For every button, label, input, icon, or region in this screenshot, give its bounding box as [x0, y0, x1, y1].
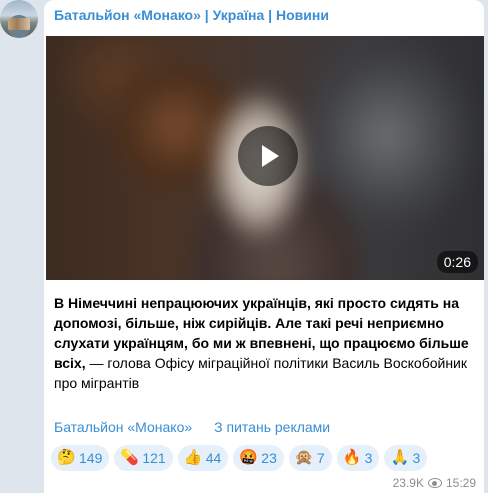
reaction-thinking[interactable]: 🤔 149: [51, 445, 110, 471]
video-duration: 0:26: [436, 251, 478, 273]
fire-icon: 🔥: [342, 449, 362, 466]
channel-link[interactable]: Батальйон «Монако»: [54, 419, 192, 435]
play-button[interactable]: [238, 126, 298, 186]
video-player[interactable]: 0:26: [46, 36, 484, 280]
reaction-count: 3: [364, 450, 373, 466]
reaction-monkey[interactable]: 🙊 7: [288, 445, 332, 471]
reaction-thumbs-up[interactable]: 👍 44: [177, 445, 229, 471]
thumbs-up-icon: 👍: [183, 449, 203, 466]
reaction-count: 23: [261, 450, 277, 466]
reaction-fire[interactable]: 🔥 3: [336, 445, 380, 471]
folded-hands-icon: 🙏: [390, 449, 410, 466]
pill-icon: 💊: [120, 449, 140, 466]
play-icon: [262, 145, 279, 167]
message-text: В Німеччині непрацюючих українців, які п…: [54, 293, 474, 393]
reaction-pray[interactable]: 🙏 3: [384, 445, 428, 471]
ads-link[interactable]: З питань реклами: [214, 419, 330, 435]
message-meta: 23.9K 15:29: [393, 476, 476, 490]
message-text-regular: — голова Офісу міграційної політики Васи…: [54, 355, 467, 391]
message-time: 15:29: [445, 476, 476, 490]
reaction-count: 44: [205, 450, 222, 466]
view-count: 23.9K: [392, 476, 424, 490]
channel-avatar[interactable]: [0, 0, 38, 38]
eye-icon: [427, 478, 442, 488]
reaction-count: 7: [316, 450, 325, 466]
reaction-pill[interactable]: 💊 121: [114, 445, 173, 471]
reaction-count: 121: [142, 450, 166, 466]
message-links: Батальйон «Монако» З питань реклами: [54, 419, 352, 435]
reaction-count: 149: [79, 450, 103, 466]
reaction-cursing[interactable]: 🤬 23: [233, 445, 284, 471]
speak-no-evil-monkey-icon: 🙊: [294, 449, 314, 466]
avatar-image: [8, 18, 30, 30]
thinking-face-icon: 🤔: [57, 449, 76, 466]
reaction-count: 3: [412, 450, 421, 466]
cursing-face-icon: 🤬: [239, 449, 258, 466]
channel-title[interactable]: Батальйон «Монако» | Україна | Новини: [54, 7, 329, 23]
reactions-bar: 🤔 149 💊 121 👍 44 🤬 23 🙊 7 🔥 3 🙏 3: [51, 445, 428, 471]
message-bubble: Батальйон «Монако» | Україна | Новини 0:…: [44, 0, 484, 493]
